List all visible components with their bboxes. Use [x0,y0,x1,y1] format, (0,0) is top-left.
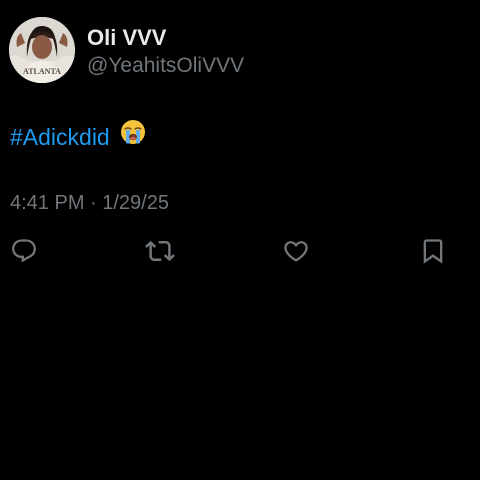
user-handle[interactable]: @YeahitsOliVVV [87,53,244,79]
avatar[interactable]: ATLANTA [9,17,75,83]
like-button[interactable] [281,236,311,266]
bookmark-icon [423,239,443,264]
tweet-timestamp[interactable]: 4:41 PM · 1/29/25 [10,190,169,216]
avatar-shirt-text: ATLANTA [23,67,61,76]
retweet-icon [145,240,175,262]
loudly-crying-face-icon [120,119,146,153]
bookmark-button[interactable] [418,236,448,266]
reply-button[interactable] [9,236,39,266]
avatar-image: ATLANTA [9,17,75,83]
retweet-button[interactable] [145,236,175,266]
tweet: ATLANTA Oli VVV @YeahitsOliVVV #Adickdid… [0,0,480,480]
reply-icon [12,239,36,263]
hashtag-link[interactable]: #Adickdid [10,124,110,150]
tweet-text: #Adickdid [10,119,146,156]
heart-icon [284,241,308,262]
display-name[interactable]: Oli VVV [87,25,166,51]
